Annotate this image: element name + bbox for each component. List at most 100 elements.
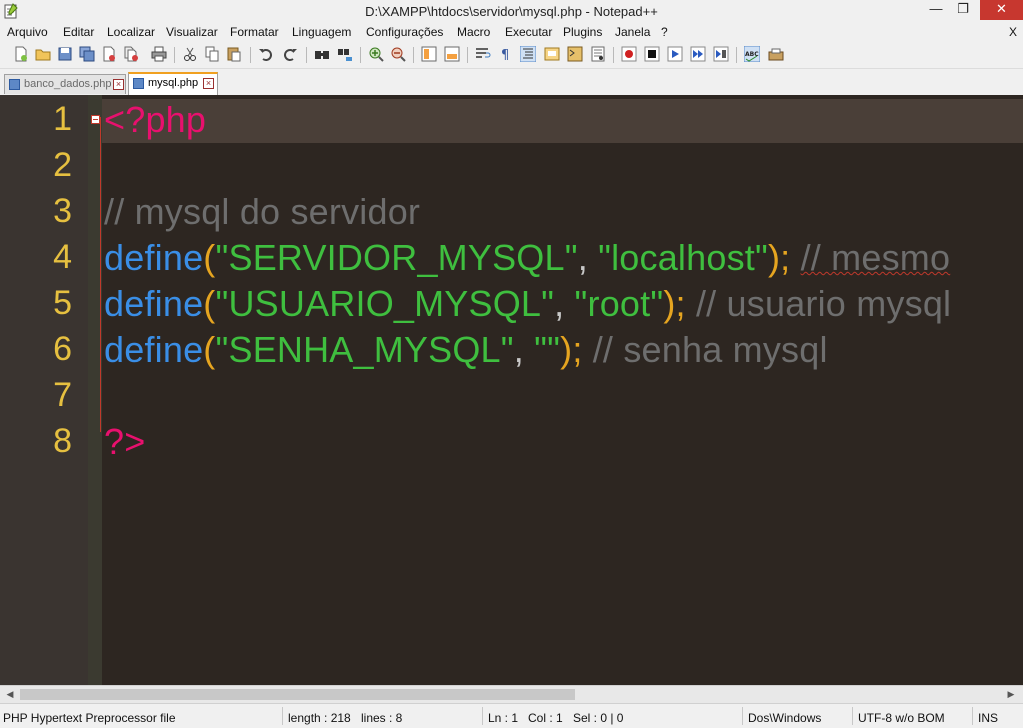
maximize-button[interactable]: ❐: [948, 0, 978, 20]
menu-localizar[interactable]: Localizar: [107, 25, 155, 39]
stop-macro-icon[interactable]: [644, 46, 660, 62]
change-dictionary-icon[interactable]: [768, 46, 784, 62]
code-paren: ): [560, 329, 573, 370]
record-macro-icon[interactable]: [621, 46, 637, 62]
undo-icon[interactable]: [258, 46, 274, 62]
paste-icon[interactable]: [226, 46, 242, 62]
code-editor[interactable]: 1 2 3 4 5 6 7 8 <?php // mysql do servid…: [0, 95, 1023, 685]
print-icon[interactable]: [151, 46, 167, 62]
close-tab-icon[interactable]: ×: [113, 79, 124, 90]
close-document-button[interactable]: X: [1009, 25, 1017, 39]
save-macro-icon[interactable]: [713, 46, 729, 62]
save-icon[interactable]: [57, 46, 73, 62]
show-all-chars-icon[interactable]: ¶: [497, 46, 513, 62]
menu-help[interactable]: ?: [661, 25, 668, 39]
tab-mysql[interactable]: mysql.php ×: [128, 72, 218, 95]
code-string: "USUARIO_MYSQL": [215, 283, 555, 324]
run-macro-multiple-icon[interactable]: [690, 46, 706, 62]
scroll-right-icon[interactable]: ▶: [1005, 688, 1017, 700]
toolbar-separator: [736, 47, 737, 63]
tab-banco-dados[interactable]: banco_dados.php ×: [4, 74, 126, 94]
menu-plugins[interactable]: Plugins: [563, 25, 602, 39]
line-number: 6: [53, 330, 72, 368]
code-keyword: define: [104, 329, 204, 370]
doc-map-icon[interactable]: [567, 46, 583, 62]
tab-bar: banco_dados.php × mysql.php ×: [0, 72, 1023, 95]
code-keyword: define: [104, 237, 204, 278]
status-lines: lines : 8: [361, 711, 403, 725]
zoom-out-icon[interactable]: [390, 46, 406, 62]
menu-configuracoes[interactable]: Configurações: [366, 25, 443, 39]
menu-editar[interactable]: Editar: [63, 25, 94, 39]
code-string: "root": [574, 283, 664, 324]
new-file-icon[interactable]: [13, 46, 29, 62]
status-separator: [742, 707, 743, 725]
line-number: 3: [53, 192, 72, 230]
scroll-left-icon[interactable]: ◀: [4, 688, 16, 700]
code-paren: (: [203, 283, 216, 324]
menu-macro[interactable]: Macro: [457, 25, 490, 39]
status-separator: [282, 707, 283, 725]
find-icon[interactable]: [314, 46, 330, 62]
code-comment: // senha mysql: [592, 329, 828, 370]
zoom-in-icon[interactable]: [368, 46, 384, 62]
sync-horizontal-icon[interactable]: [444, 46, 460, 62]
code-comment: // mysql do servidor: [104, 191, 421, 232]
code-line-6: define("SENHA_MYSQL", ""); // senha mysq…: [104, 329, 828, 371]
status-insert-mode: INS: [978, 711, 999, 725]
cut-icon[interactable]: [182, 46, 198, 62]
toolbar-separator: [613, 47, 614, 63]
code-comment: // usuario mysql: [695, 283, 952, 324]
code-paren: (: [203, 237, 216, 278]
scrollbar-thumb[interactable]: [20, 689, 575, 700]
word-wrap-icon[interactable]: [475, 46, 491, 62]
status-separator: [852, 707, 853, 725]
code-line-3: // mysql do servidor: [104, 191, 420, 233]
fold-toggle-icon[interactable]: [91, 115, 100, 124]
code-keyword: define: [104, 283, 204, 324]
code-string: "SENHA_MYSQL": [215, 329, 514, 370]
line-number: 8: [53, 422, 72, 460]
play-macro-icon[interactable]: [667, 46, 683, 62]
code-paren: ): [663, 283, 676, 324]
close-window-button[interactable]: ✕: [980, 0, 1023, 20]
menu-arquivo[interactable]: Arquivo: [7, 25, 48, 39]
save-all-icon[interactable]: [79, 46, 95, 62]
open-file-icon[interactable]: [35, 46, 51, 62]
menu-janela[interactable]: Janela: [615, 25, 650, 39]
code-string: "SERVIDOR_MYSQL": [215, 237, 578, 278]
toolbar-separator: [467, 47, 468, 63]
menu-visualizar[interactable]: Visualizar: [166, 25, 218, 39]
tab-label: banco_dados.php: [24, 78, 112, 90]
horizontal-scrollbar[interactable]: ◀ ▶: [0, 685, 1023, 703]
code-string: "": [534, 329, 561, 370]
sync-vertical-icon[interactable]: [421, 46, 437, 62]
spellcheck-icon[interactable]: ABC: [744, 46, 760, 62]
status-eol: Dos\Windows: [748, 711, 822, 725]
line-number: 1: [53, 100, 72, 138]
menu-linguagem[interactable]: Linguagem: [292, 25, 351, 39]
copy-icon[interactable]: [204, 46, 220, 62]
status-bar: PHP Hypertext Preprocessor file length :…: [0, 703, 1023, 728]
function-list-icon[interactable]: [590, 46, 606, 62]
user-lang-icon[interactable]: [544, 46, 560, 62]
close-icon[interactable]: [101, 46, 117, 62]
replace-icon[interactable]: [337, 46, 353, 62]
svg-text:¶: ¶: [501, 48, 509, 62]
file-icon: [133, 78, 144, 89]
code-string: "localhost": [598, 237, 768, 278]
close-tab-icon[interactable]: ×: [203, 78, 214, 89]
indent-guide-icon[interactable]: [520, 46, 536, 62]
code-line-5: define("USUARIO_MYSQL", "root"); // usua…: [104, 283, 951, 325]
redo-icon[interactable]: [282, 46, 298, 62]
menu-formatar[interactable]: Formatar: [230, 25, 279, 39]
menu-executar[interactable]: Executar: [505, 25, 552, 39]
minimize-button[interactable]: —: [921, 0, 951, 20]
tab-label: mysql.php: [148, 77, 199, 89]
code-punctuation: ;: [572, 329, 593, 370]
notepadpp-window: D:\XAMPP\htdocs\servidor\mysql.php - Not…: [0, 0, 1023, 728]
file-icon: [9, 79, 20, 90]
code-punctuation: ,: [513, 329, 535, 370]
code-paren: ): [767, 237, 781, 278]
close-all-icon[interactable]: [123, 46, 139, 62]
